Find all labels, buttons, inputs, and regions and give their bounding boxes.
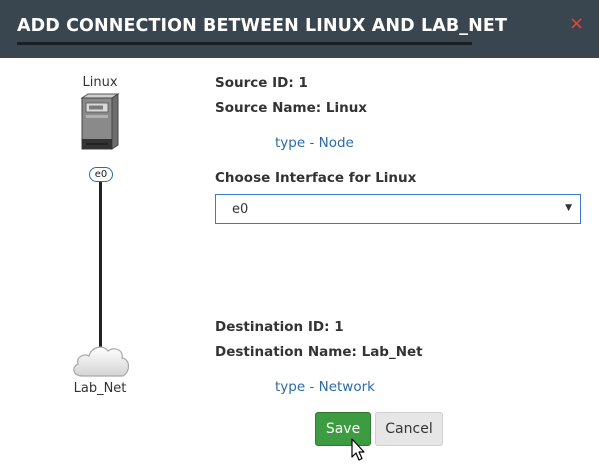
- cloud-icon[interactable]: [70, 340, 132, 380]
- destination-type-link[interactable]: type - Network: [275, 379, 375, 395]
- interface-prompt: Choose Interface for Linux: [215, 170, 417, 186]
- destination-name: Destination Name: Lab_Net: [215, 344, 423, 360]
- title-underline: [17, 42, 472, 45]
- interface-select[interactable]: e0 ▼: [215, 194, 581, 224]
- close-icon[interactable]: ×: [569, 15, 585, 33]
- interface-badge: e0: [89, 167, 113, 182]
- source-node-label: Linux: [82, 75, 118, 90]
- interface-select-value: e0: [232, 202, 249, 217]
- destination-id: Destination ID: 1: [215, 319, 344, 335]
- connection-line: [99, 182, 102, 348]
- source-id: Source ID: 1: [215, 75, 308, 91]
- source-type-link[interactable]: type - Node: [275, 135, 354, 151]
- chevron-down-icon: ▼: [565, 203, 572, 213]
- mouse-cursor-icon: [351, 438, 365, 461]
- cancel-button[interactable]: Cancel: [375, 412, 443, 446]
- dialog-title: ADD CONNECTION BETWEEN LINUX AND LAB_NET: [17, 16, 507, 36]
- destination-node-label: Lab_Net: [73, 381, 127, 396]
- server-icon[interactable]: [80, 93, 120, 151]
- dialog-header: ADD CONNECTION BETWEEN LINUX AND LAB_NET…: [0, 0, 599, 58]
- source-name: Source Name: Linux: [215, 100, 368, 116]
